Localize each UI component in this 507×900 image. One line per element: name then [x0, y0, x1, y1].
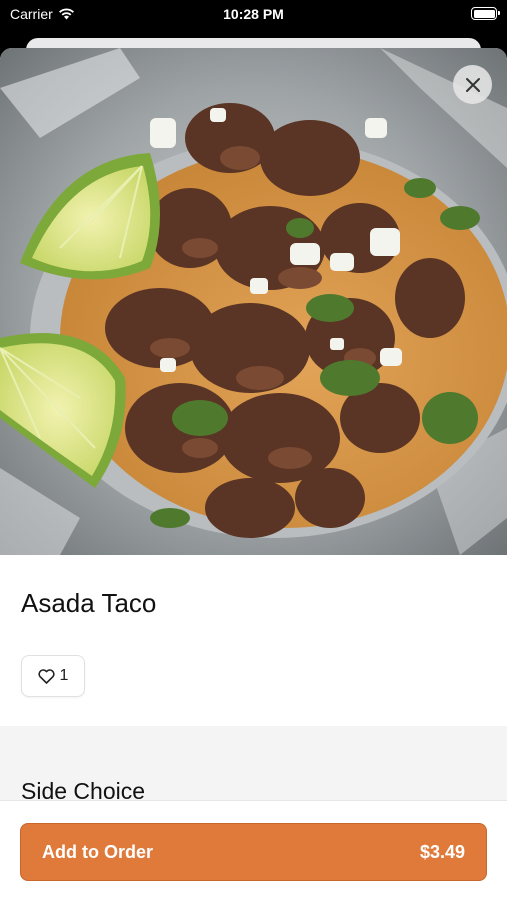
heart-icon — [37, 668, 55, 684]
close-icon — [465, 77, 480, 92]
order-footer: Add to Order $3.49 — [0, 800, 507, 900]
item-price: $3.49 — [419, 841, 465, 862]
like-button[interactable]: 1 — [21, 655, 85, 697]
item-title: Asada Taco — [21, 588, 157, 618]
clock: 10:28 PM — [223, 6, 284, 22]
battery-icon — [471, 7, 500, 20]
close-button[interactable] — [453, 65, 492, 104]
item-detail-sheet: Asada Taco 1 Side Choice Add to Order $3… — [0, 48, 507, 900]
add-to-order-label: Add to Order — [42, 841, 153, 862]
like-count: 1 — [59, 667, 69, 684]
add-to-order-button[interactable]: Add to Order $3.49 — [20, 823, 487, 881]
taco-photo-icon — [0, 48, 507, 555]
status-bar: Carrier 10:28 PM — [0, 0, 507, 30]
item-photo — [0, 48, 507, 555]
screen: Carrier 10:28 PM Asada Taco 1 Side Choic… — [0, 0, 507, 900]
